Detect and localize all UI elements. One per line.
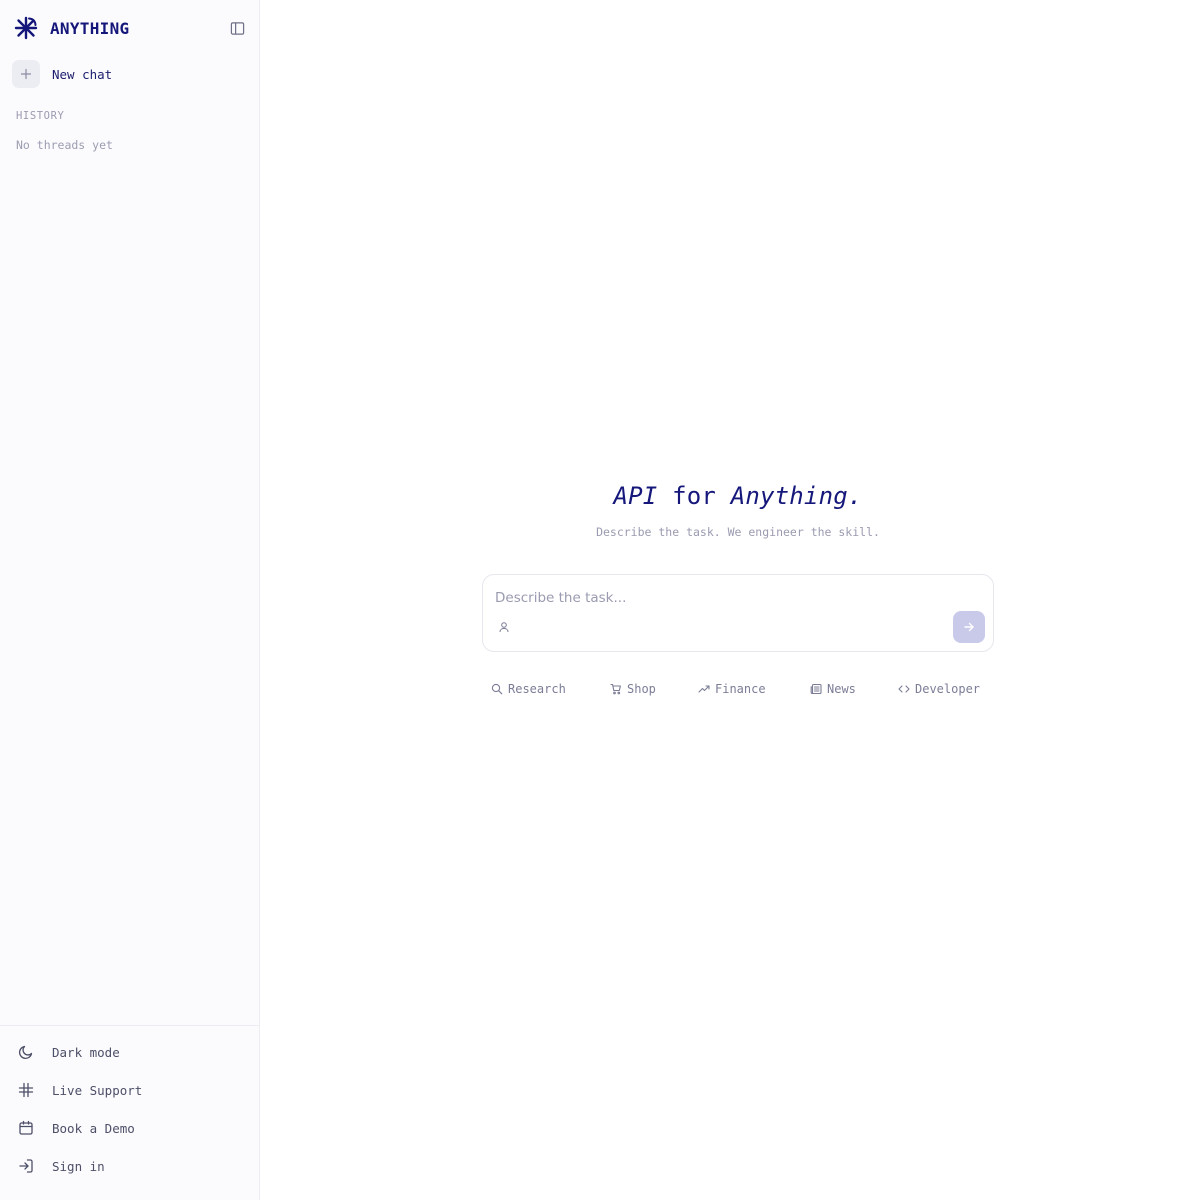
chip-finance[interactable]: Finance xyxy=(698,681,766,697)
new-chat-label: New chat xyxy=(52,66,113,82)
cart-icon xyxy=(610,683,621,695)
code-icon xyxy=(898,685,910,693)
trending-up-icon xyxy=(698,685,710,693)
chip-news[interactable]: News xyxy=(810,681,856,697)
dark-mode-button[interactable]: Dark mode xyxy=(18,1042,120,1062)
brand-name: ANYTHING xyxy=(50,18,130,38)
calendar-icon xyxy=(19,1120,33,1135)
task-input[interactable] xyxy=(495,587,975,609)
hero-title-anything: Anything. xyxy=(730,482,863,510)
chip-developer[interactable]: Developer xyxy=(898,681,980,697)
plus-icon xyxy=(12,60,40,88)
chip-shop[interactable]: Shop xyxy=(610,681,656,697)
chip-shop-label: Shop xyxy=(627,682,656,696)
live-support-label: Live Support xyxy=(52,1082,143,1098)
book-demo-button[interactable]: Book a Demo xyxy=(18,1118,135,1138)
chip-news-label: News xyxy=(827,682,856,696)
composer xyxy=(482,574,994,652)
slack-icon xyxy=(18,1082,34,1098)
hero-title: API for Anything. xyxy=(483,482,993,510)
brand[interactable]: ANYTHING xyxy=(14,16,129,40)
chip-finance-label: Finance xyxy=(715,682,766,696)
user-icon[interactable] xyxy=(498,621,510,633)
chip-research[interactable]: Research xyxy=(491,681,566,697)
sidebar-footer-divider xyxy=(0,1025,259,1026)
sign-in-label: Sign in xyxy=(52,1158,105,1174)
history-empty-text: No threads yet xyxy=(16,138,113,152)
hero-title-for: for xyxy=(672,482,717,510)
moon-icon xyxy=(18,1045,33,1060)
chip-developer-label: Developer xyxy=(915,682,981,696)
sidebar-toggle-button[interactable] xyxy=(228,19,246,37)
history-heading: HISTORY xyxy=(16,110,65,122)
hero-subtitle: Describe the task. We engineer the skill… xyxy=(596,525,880,539)
book-demo-label: Book a Demo xyxy=(52,1120,135,1136)
new-chat-button[interactable]: New chat xyxy=(12,60,112,88)
send-button[interactable] xyxy=(953,611,985,643)
sidebar: ANYTHING New chat HISTORY No threads yet… xyxy=(0,0,260,1200)
chip-research-label: Research xyxy=(508,682,566,696)
search-icon xyxy=(491,683,503,695)
newspaper-icon xyxy=(810,683,822,695)
sign-in-icon xyxy=(19,1159,33,1173)
live-support-button[interactable]: Live Support xyxy=(18,1080,142,1100)
logo-icon xyxy=(14,16,38,40)
arrow-right-icon xyxy=(964,622,974,632)
hero-title-api: API xyxy=(613,482,658,510)
sign-in-button[interactable]: Sign in xyxy=(18,1156,105,1176)
sidebar-toggle-icon xyxy=(230,21,244,35)
dark-mode-label: Dark mode xyxy=(52,1044,120,1060)
